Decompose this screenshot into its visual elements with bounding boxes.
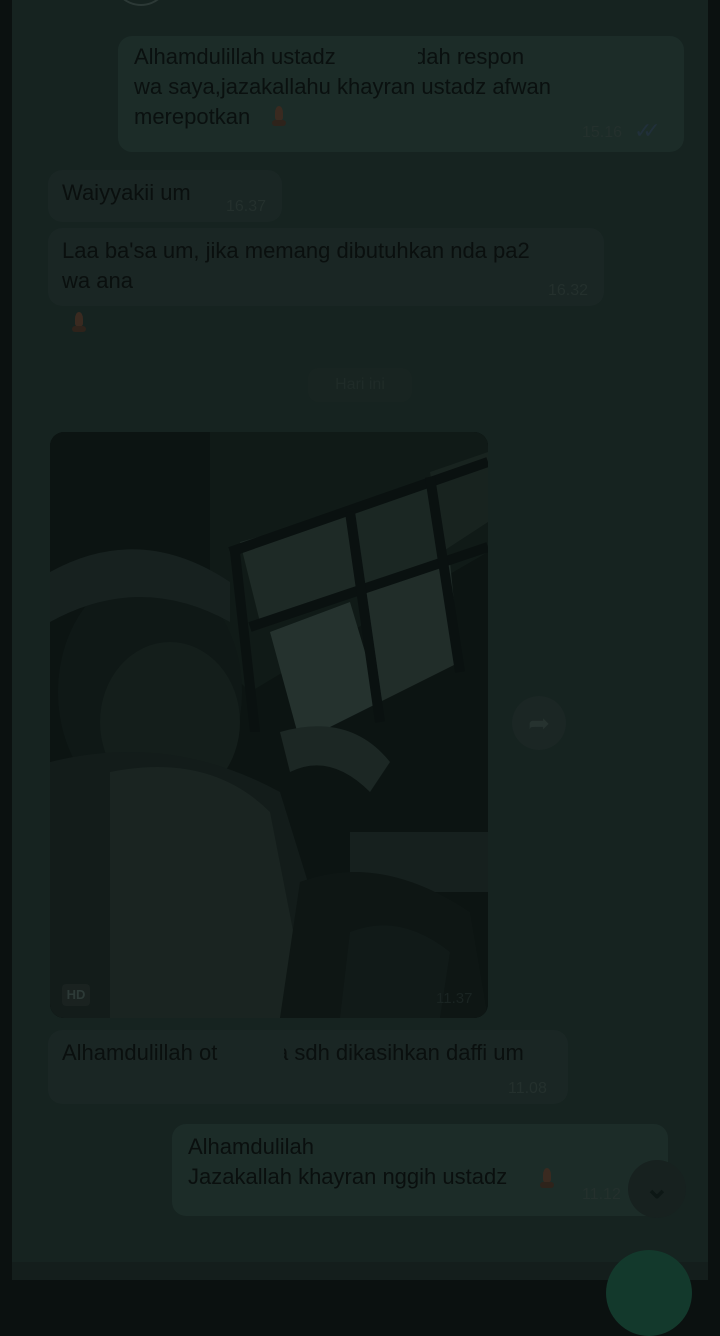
pray-emoji [540, 1168, 554, 1188]
message-text: Waiyyakii um [62, 180, 191, 205]
message-text: Alhamdulillah ot wa sdh dikasihkan daffi… [62, 1040, 524, 1065]
message-input-bar[interactable] [12, 1262, 708, 1280]
date-separator: Hari ini [308, 368, 412, 402]
redacted-name [352, 44, 418, 70]
message-time: 15.16 [582, 124, 623, 141]
scroll-to-bottom-button[interactable]: ⌄ [628, 1160, 686, 1218]
double-check-icon: ✓✓ [634, 118, 661, 143]
hd-badge: HD [62, 984, 90, 1006]
pray-emoji [272, 106, 286, 126]
message-time: 11.08 [508, 1080, 547, 1097]
message-text: Laa ba'sa um, jika memang dibutuhkan nda… [62, 238, 530, 293]
pray-emoji [72, 312, 86, 332]
message-time: 16.37 [226, 198, 267, 215]
photo-image [50, 432, 488, 1018]
redacted-name [232, 1040, 284, 1068]
message-text: Alhamdulillah ustadz sudah respon wa say… [134, 44, 552, 129]
chevron-double-down-icon: ⌄ [644, 1172, 670, 1205]
message-time: 11.12 [582, 1186, 621, 1203]
photo-message[interactable] [50, 432, 488, 1018]
chat-fab-button[interactable] [606, 1250, 692, 1336]
forward-icon[interactable]: ➦ [512, 696, 566, 750]
message-time: 16.32 [548, 282, 589, 299]
message-text: Alhamdulilah Jazakallah khayran nggih us… [188, 1134, 508, 1189]
message-time: 11.37 [436, 990, 473, 1007]
